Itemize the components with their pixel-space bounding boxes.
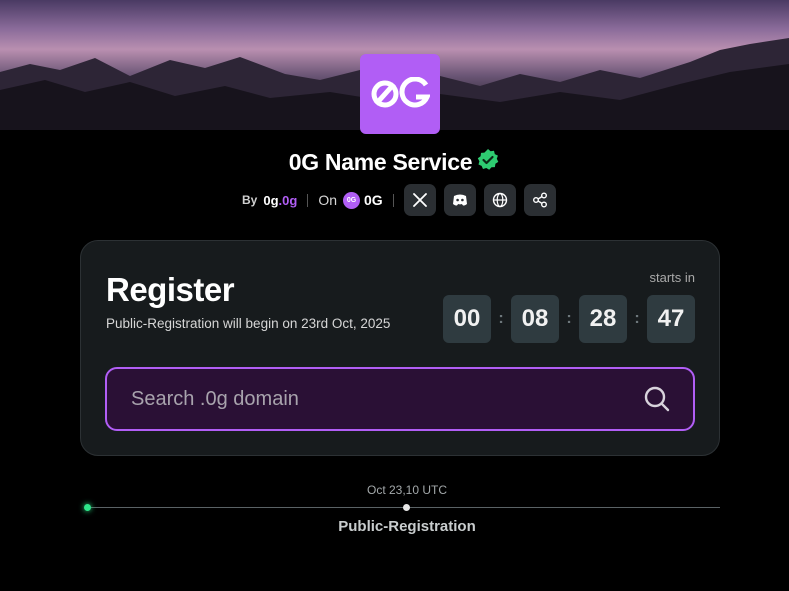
x-link-button[interactable] (403, 184, 436, 216)
countdown-separator: : (634, 310, 640, 327)
timeline-start-dot (84, 504, 91, 511)
verified-badge-icon (476, 148, 500, 177)
divider (392, 193, 394, 207)
search-button[interactable] (643, 385, 671, 413)
register-title: Register (106, 271, 235, 308)
creator-link[interactable]: 0g.0g (263, 193, 297, 208)
chain-logo-icon: 0G (343, 191, 360, 209)
by-label: By (242, 193, 258, 207)
app-logo (360, 54, 440, 134)
domain-search-box (105, 367, 695, 431)
divider (307, 193, 309, 207)
discord-link-button[interactable] (443, 184, 476, 216)
countdown-days: 00 (443, 295, 491, 343)
starts-in-label: starts in (649, 270, 695, 285)
page-title: 0G Name Service (288, 149, 473, 175)
on-label: On (318, 192, 337, 208)
creator-tld: .0g (278, 192, 298, 208)
search-icon (644, 386, 670, 412)
countdown-separator: : (498, 310, 504, 327)
register-subtitle: Public-Registration will begin on 23rd O… (106, 316, 391, 331)
countdown-timer: 00 : 08 : 28 : 47 (443, 295, 695, 343)
creator-name: 0g (263, 192, 279, 208)
registration-timeline: Oct 23,10 UTC Public-Registration (0, 480, 789, 540)
countdown-hours: 08 (511, 295, 559, 343)
chain-name: 0G (364, 192, 383, 208)
meta-row: By 0g.0g On 0G 0G (242, 184, 564, 216)
website-link-button[interactable] (483, 184, 516, 216)
title-row: 0G Name Service (0, 148, 789, 177)
share-button[interactable] (523, 184, 556, 216)
share-icon (532, 192, 547, 208)
timeline-milestone-label: Public-Registration (338, 518, 476, 535)
timeline-milestone-dot (403, 504, 410, 511)
globe-icon (492, 192, 507, 208)
countdown-minutes: 28 (579, 295, 627, 343)
x-icon (412, 193, 427, 207)
discord-icon (452, 194, 467, 206)
countdown-seconds: 47 (647, 295, 695, 343)
timeline-date: Oct 23,10 UTC (366, 483, 448, 497)
countdown-separator: : (566, 310, 572, 327)
domain-search-input[interactable] (131, 369, 611, 429)
register-card: Register Public-Registration will begin … (80, 240, 720, 456)
